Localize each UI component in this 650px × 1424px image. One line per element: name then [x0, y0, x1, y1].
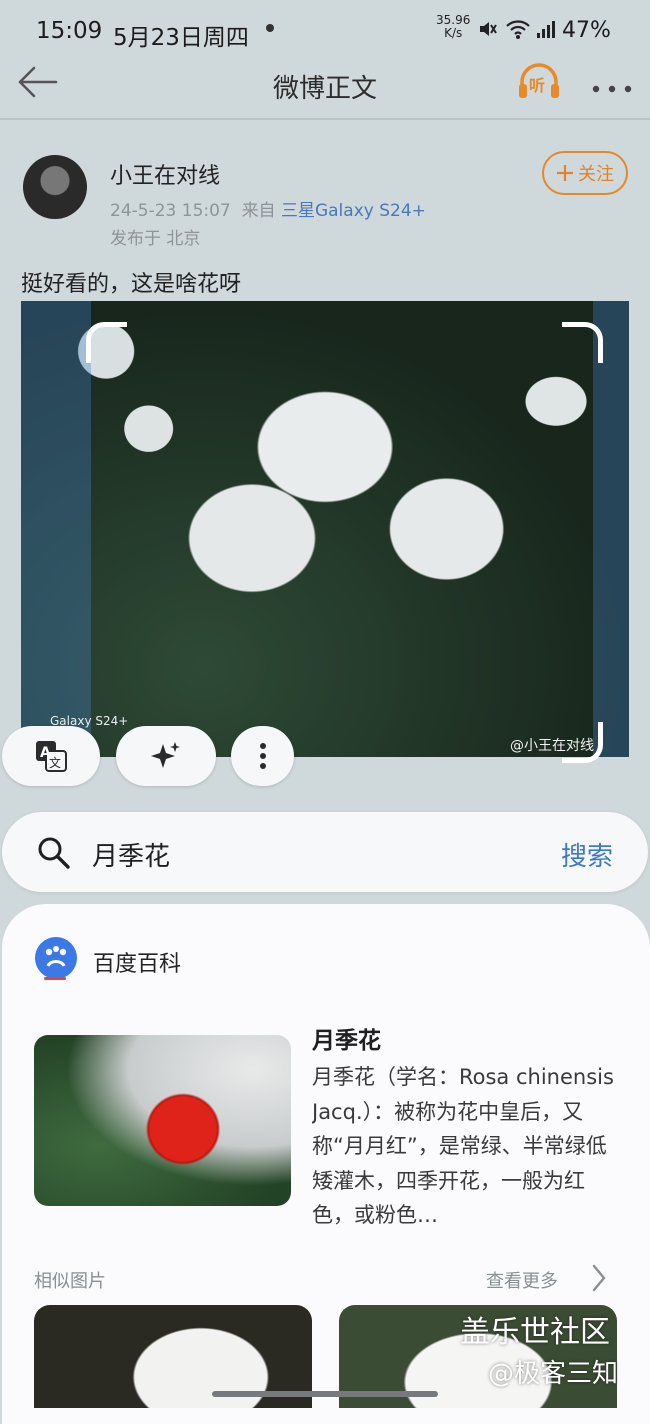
status-date: 5月23日周四 — [113, 25, 249, 51]
baike-logo-underline — [44, 977, 66, 980]
follow-label: 关注 — [578, 164, 614, 185]
status-bar: 15:09 5月23日周四 35.96 K/s 47% — [0, 0, 650, 62]
crop-corner-top-left[interactable] — [86, 322, 127, 363]
tool-more-button[interactable] — [231, 726, 294, 786]
vertical-dots-icon — [259, 743, 266, 769]
plus-icon — [557, 165, 573, 181]
see-more-link[interactable]: 查看更多 — [486, 1267, 558, 1293]
wifi-icon — [506, 20, 530, 39]
post-timestamp: 24-5-23 15:07 — [110, 201, 231, 221]
sparkle-icon — [151, 742, 180, 768]
status-time: 15:09 — [36, 18, 103, 44]
photo-weibo-watermark: @小王在对线 — [510, 738, 594, 754]
more-dots-icon — [592, 85, 632, 93]
post-photo[interactable] — [21, 301, 629, 757]
result-title[interactable]: 月季花 — [312, 1021, 381, 1055]
signal-icon — [537, 21, 555, 38]
result-description: 月季花（学名：Rosa chinensis Jacq.）：被称为花中皇后，又称“… — [312, 1065, 614, 1227]
crop-corner-top-right[interactable] — [562, 322, 603, 363]
home-indicator[interactable] — [212, 1391, 438, 1397]
result-thumbnail[interactable] — [34, 1035, 291, 1206]
avatar[interactable] — [23, 155, 87, 219]
translate-button[interactable]: A 文 — [2, 726, 100, 786]
more-options-button[interactable] — [592, 78, 632, 93]
nav-divider — [0, 118, 650, 120]
overlay-watermark-line1: 盖乐世社区 — [460, 1315, 610, 1350]
network-speed: 35.96 K/s — [436, 14, 470, 40]
search-input[interactable]: 月季花 — [92, 836, 170, 873]
listen-button[interactable]: 听 — [516, 62, 562, 102]
battery-level: 47% — [562, 18, 611, 43]
post-meta: 24-5-23 15:07 来自 三星Galaxy S24+ — [110, 196, 426, 221]
translate-icon: A 文 — [36, 741, 67, 772]
post-location: 发布于 北京 — [110, 229, 201, 249]
baike-paw-icon — [45, 946, 67, 967]
chevron-right-icon[interactable] — [590, 1263, 608, 1293]
ai-sparkle-button[interactable] — [116, 726, 216, 786]
follow-button[interactable]: 关注 — [542, 151, 628, 195]
post-source-prefix: 来自 — [241, 201, 276, 221]
post-username[interactable]: 小王在对线 — [110, 158, 220, 190]
post-device[interactable]: 三星Galaxy S24+ — [281, 201, 426, 221]
mute-icon — [480, 22, 497, 36]
search-button[interactable]: 搜索 — [561, 836, 613, 873]
listen-label: 听 — [529, 76, 546, 95]
post-text: 挺好看的，这是啥花呀 — [21, 272, 242, 297]
result-source-name[interactable]: 百度百科 — [93, 946, 181, 978]
svg-text:文: 文 — [49, 755, 61, 770]
overlay-watermark-line2: @极客三知 — [488, 1359, 619, 1389]
network-speed-unit: K/s — [444, 26, 463, 40]
notification-dot-icon — [266, 24, 274, 32]
search-icon — [38, 837, 70, 869]
similar-images-label: 相似图片 — [34, 1271, 106, 1292]
baike-logo-icon — [35, 937, 77, 979]
